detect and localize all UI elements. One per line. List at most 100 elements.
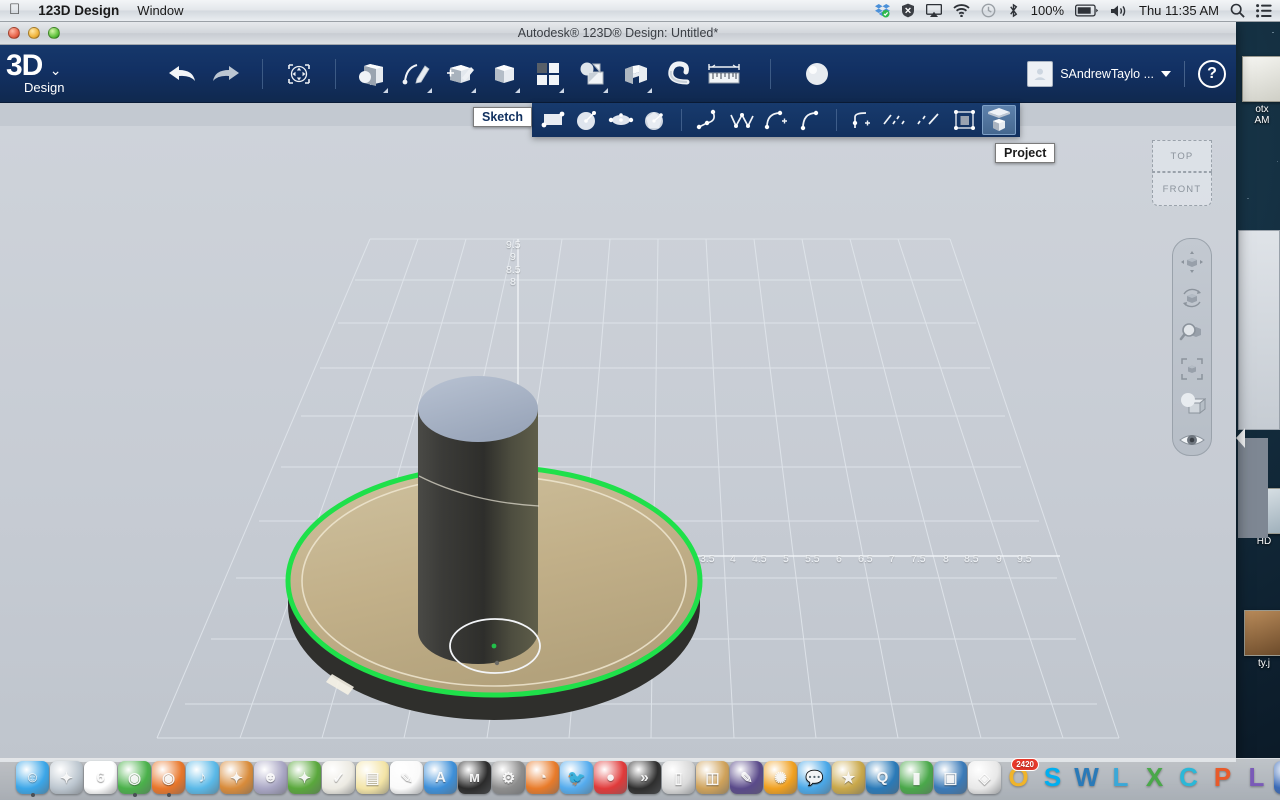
modify-button[interactable] <box>482 51 526 97</box>
sketch-fillet-tool[interactable] <box>846 105 880 135</box>
search-icon[interactable] <box>1230 2 1245 20</box>
material-button[interactable] <box>795 51 839 97</box>
sketch-circle-tool[interactable] <box>570 105 604 135</box>
dock-poser[interactable]: ☻ <box>254 761 287 794</box>
dock-phone-transfer[interactable]: ▯ <box>662 761 695 794</box>
nav-orbit-button[interactable] <box>1176 283 1208 313</box>
dock-textedit[interactable]: ✎ <box>390 761 423 794</box>
dropbox-icon[interactable] <box>875 2 890 20</box>
pattern-button[interactable] <box>526 51 570 97</box>
grouping-button[interactable] <box>570 51 614 97</box>
primitives-button[interactable] <box>350 51 394 97</box>
construct-button[interactable] <box>438 51 482 97</box>
sketch-project-tool[interactable] <box>982 105 1016 135</box>
dock-preferences[interactable]: ⚙ <box>492 761 525 794</box>
dock-numbers[interactable]: ▮ <box>900 761 933 794</box>
combine-button[interactable] <box>614 51 658 97</box>
dock-maya[interactable]: ✦ <box>220 761 253 794</box>
collapse-arrow-icon[interactable] <box>1236 428 1245 448</box>
battery-percent-label[interactable]: 100% <box>1031 3 1064 18</box>
dock-keynote[interactable]: ▣ <box>934 761 967 794</box>
dock-lync[interactable]: L <box>1104 761 1137 794</box>
sketch-polyline-tool[interactable] <box>691 105 725 135</box>
sketch-two-point-arc-tool[interactable] <box>759 105 793 135</box>
dock-safari[interactable]: ✦ <box>50 761 83 794</box>
dock-word[interactable]: W <box>1070 761 1103 794</box>
app-logo[interactable]: 3D ⌄ Design <box>0 53 86 95</box>
dock-imovie[interactable]: ★ <box>832 761 865 794</box>
window-titlebar[interactable]: Autodesk® 123D® Design: Untitled* <box>0 22 1236 45</box>
window-zoom-button[interactable] <box>48 27 60 39</box>
sketch-rectangle-tool[interactable] <box>536 105 570 135</box>
dock-finder[interactable]: ☺ <box>16 761 49 794</box>
battery-icon[interactable] <box>1075 2 1099 20</box>
dock-123d[interactable]: ✺ <box>764 761 797 794</box>
background-window-scroller[interactable] <box>1238 438 1268 538</box>
dock-screenflow[interactable]: ● <box>594 761 627 794</box>
nav-fit-button[interactable] <box>1176 354 1208 384</box>
user-account-area[interactable]: SAndrewTaylo ... ? <box>1027 60 1236 88</box>
dock-sketchbook[interactable]: ✎ <box>730 761 763 794</box>
dock-quicktime[interactable]: Q <box>866 761 899 794</box>
dock-calendar[interactable]: 6 <box>84 761 117 794</box>
dock-appstore[interactable]: A <box>424 761 457 794</box>
sketch-trim-tool[interactable] <box>880 105 914 135</box>
desktop-icon-screenshot-1[interactable]: otx AM <box>1234 56 1280 126</box>
menubar-app-name[interactable]: 123D Design <box>38 3 119 18</box>
dock-firefox[interactable]: ◉ <box>152 761 185 794</box>
dock-skype[interactable]: S <box>1036 761 1069 794</box>
chevron-down-icon[interactable]: ⌄ <box>50 62 61 78</box>
timemachine-icon[interactable] <box>981 2 996 20</box>
help-button[interactable]: ? <box>1198 60 1226 88</box>
nav-zoom-button[interactable] <box>1176 318 1208 348</box>
dock-messenger[interactable]: C <box>1172 761 1205 794</box>
sketch-polygon-tool[interactable] <box>638 105 672 135</box>
view-cube-front-face[interactable]: FRONT <box>1152 172 1212 206</box>
dock-alarm[interactable]: 43 <box>1274 761 1280 794</box>
view-cube[interactable]: TOP FRONT <box>1152 140 1214 206</box>
dock-reminders[interactable]: ✓ <box>322 761 355 794</box>
dock-terminal[interactable]: » <box>628 761 661 794</box>
dock-outlook[interactable]: O2420 <box>1002 761 1035 794</box>
bluetooth-icon[interactable] <box>1007 2 1020 20</box>
volume-icon[interactable] <box>1110 2 1128 20</box>
wifi-icon[interactable] <box>953 2 970 20</box>
dock-twitter[interactable]: 🐦 <box>560 761 593 794</box>
viewport-canvas[interactable]: 9.5 9 8.5 8 3.5 4 4.5 5 5.5 6 6.5 7 7.5 … <box>0 126 1236 762</box>
dock-notes[interactable]: ▤ <box>356 761 389 794</box>
user-avatar-icon[interactable] <box>1027 61 1053 87</box>
window-minimize-button[interactable] <box>28 27 40 39</box>
dock-blender[interactable]: ◔ <box>526 761 559 794</box>
dock-cricket[interactable]: ✦ <box>288 761 321 794</box>
undo-button[interactable] <box>160 51 204 97</box>
dock-excel[interactable]: X <box>1138 761 1171 794</box>
sketch-extend-tool[interactable] <box>914 105 948 135</box>
sketch-offset-tool[interactable] <box>948 105 982 135</box>
menubar-clock[interactable]: Thu 11:35 AM <box>1139 3 1219 18</box>
redo-button[interactable] <box>204 51 248 97</box>
sketch-ellipse-tool[interactable] <box>604 105 638 135</box>
nav-visibility-button[interactable] <box>1176 425 1208 455</box>
notification-center-icon[interactable] <box>1256 2 1272 20</box>
nav-display-button[interactable] <box>1176 390 1208 420</box>
dock-makerware[interactable]: ᴍ <box>458 761 491 794</box>
dock-iphoto[interactable]: ◫ <box>696 761 729 794</box>
airplay-icon[interactable] <box>926 2 942 20</box>
background-window-sliver[interactable] <box>1238 230 1280 430</box>
chevron-down-icon[interactable] <box>1161 71 1171 77</box>
view-cube-top-face[interactable]: TOP <box>1152 140 1212 172</box>
dock-onenote[interactable]: L <box>1240 761 1273 794</box>
menubar-item-window[interactable]: Window <box>137 3 183 18</box>
snap-button[interactable] <box>658 51 702 97</box>
dock-messages[interactable]: 💬 <box>798 761 831 794</box>
shield-icon[interactable] <box>901 2 915 20</box>
sketch-three-point-arc-tool[interactable] <box>793 105 827 135</box>
measure-button[interactable] <box>702 51 746 97</box>
dock-chrome[interactable]: ◉ <box>118 761 151 794</box>
dock-powerpoint[interactable]: P <box>1206 761 1239 794</box>
dock-itunes[interactable]: ♪ <box>186 761 219 794</box>
transform-button[interactable] <box>277 51 321 97</box>
apple-icon[interactable]:  <box>9 2 20 17</box>
nav-pan-button[interactable] <box>1176 247 1208 277</box>
desktop-icon-image[interactable]: ty.j <box>1236 610 1280 669</box>
